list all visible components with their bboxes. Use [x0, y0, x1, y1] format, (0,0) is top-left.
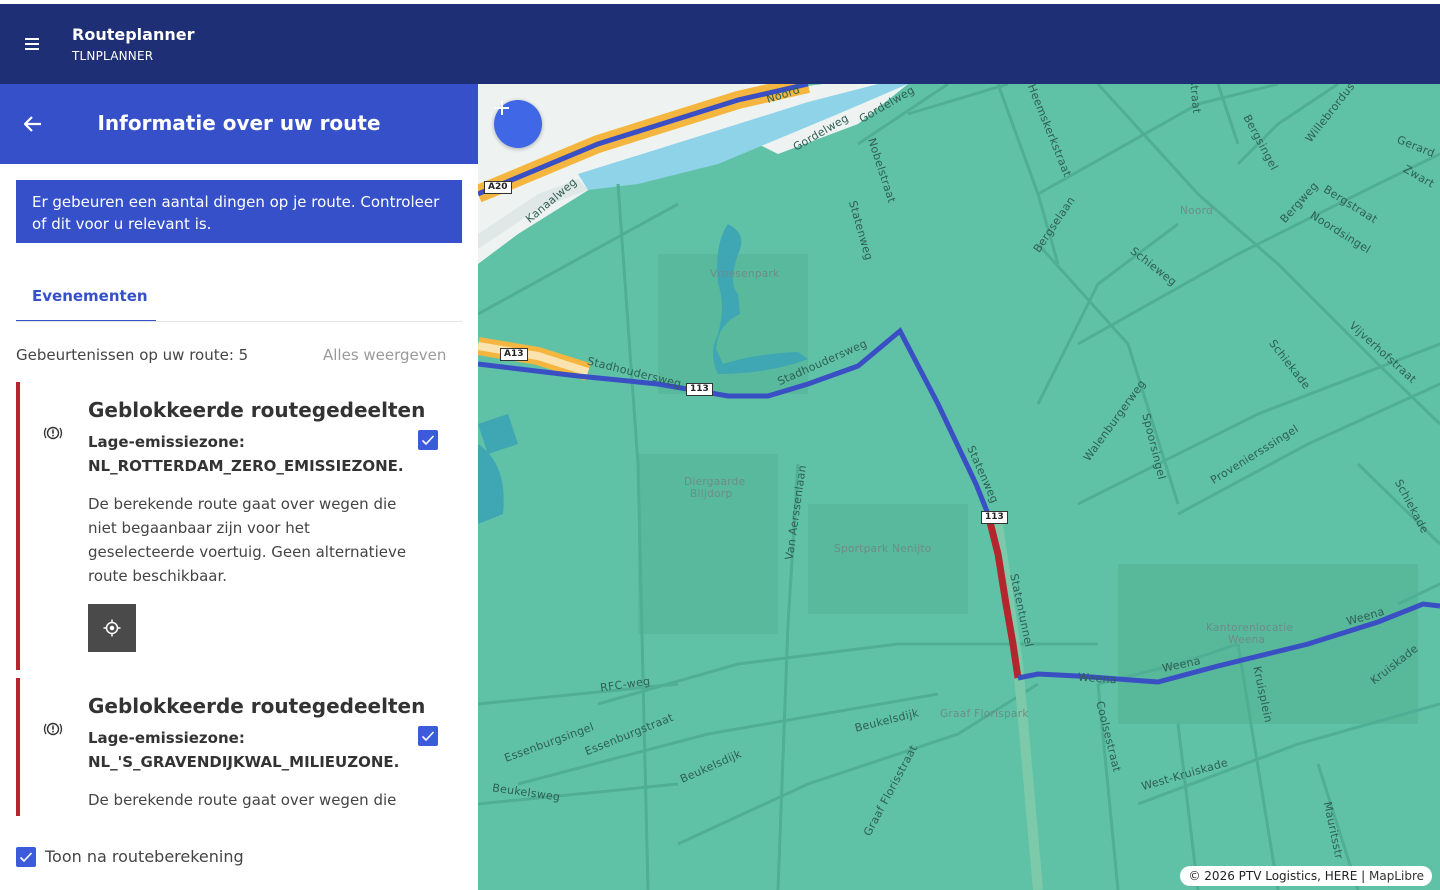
event-count: Gebeurtenissen op uw route: 5	[16, 346, 249, 364]
show-after-calc-checkbox[interactable]	[16, 847, 36, 867]
app-title: Routeplanner	[72, 25, 195, 44]
place-label: Weena	[1228, 634, 1266, 646]
panel-title: Informatie over uw route	[97, 111, 381, 135]
tab-divider	[16, 321, 462, 322]
event-description: De berekende route gaat over wegen die n…	[88, 495, 407, 585]
event-zone-name: NL_ROTTERDAM_ZERO_EMISSIEZONE.	[88, 457, 404, 475]
warning-icon	[43, 722, 63, 736]
place-label: Diergaarde	[684, 476, 746, 488]
route-info-panel: Informatie over uw route Er gebeuren een…	[0, 84, 478, 890]
show-all-link[interactable]: Alles weergeven	[323, 346, 446, 364]
back-button[interactable]	[20, 110, 46, 138]
event-zone-label: Lage-emissiezone:	[88, 729, 245, 747]
road-shield: A13	[500, 348, 528, 361]
event-title: Geblokkeerde routegedeelten	[88, 694, 426, 718]
route-map[interactable]: A20 A13 113 113 Noord Gordelweg Gordelwe…	[478, 84, 1440, 890]
event-title: Geblokkeerde routegedeelten	[88, 398, 426, 422]
arrow-left-icon	[24, 116, 41, 132]
check-icon	[421, 435, 435, 446]
check-icon	[19, 852, 33, 863]
hamburger-icon	[25, 38, 39, 50]
place-label: Noord	[1180, 205, 1213, 217]
road-shield: 113	[981, 511, 1008, 524]
street-label: Weena	[1077, 670, 1118, 687]
map-attribution: © 2026 PTV Logistics, HERE | MapLibre	[1180, 866, 1432, 886]
add-button[interactable]	[494, 100, 542, 148]
event-checkbox[interactable]	[418, 430, 438, 450]
event-card: Geblokkeerde routegedeelten Lage-emissie…	[16, 382, 466, 670]
place-label: Blijdorp	[690, 488, 733, 500]
place-label: Graaf Florispark	[940, 708, 1029, 720]
place-label: Kantorenlocatie	[1206, 622, 1294, 634]
route-notice: Er gebeuren een aantal dingen op je rout…	[16, 180, 462, 243]
event-zone: Lage-emissiezone: NL_'S_GRAVENDIJKWAL_MI…	[88, 726, 399, 774]
maplibre-link[interactable]: MapLibre	[1369, 869, 1424, 883]
event-checkbox[interactable]	[418, 726, 438, 746]
warning-icon	[43, 426, 63, 440]
attribution-text: © 2026 PTV Logistics, HERE |	[1188, 869, 1369, 883]
tab-label: Evenementen	[32, 287, 148, 305]
place-label: Vroesenpark	[710, 268, 780, 280]
panel-header: Informatie over uw route	[0, 84, 478, 164]
app-bar: Routeplanner TLNPLANNER	[0, 4, 1440, 84]
crosshair-icon	[103, 619, 121, 637]
event-description: De berekende route gaat over wegen die	[88, 791, 397, 809]
event-zone-label: Lage-emissiezone:	[88, 433, 245, 451]
event-card: Geblokkeerde routegedeelten Lage-emissie…	[16, 678, 466, 816]
event-zone: Lage-emissiezone: NL_ROTTERDAM_ZERO_EMIS…	[88, 430, 404, 478]
app-subtitle: TLNPLANNER	[72, 49, 154, 63]
road-shield: 113	[686, 383, 713, 396]
tab-evenementen[interactable]: Evenementen	[16, 278, 156, 322]
road-shield: A20	[484, 181, 512, 194]
place-label: Sportpark Nenijto	[834, 543, 932, 555]
locate-button[interactable]	[88, 604, 136, 652]
street-label: straat	[1186, 84, 1204, 115]
plus-icon	[495, 101, 509, 115]
check-icon	[421, 731, 435, 742]
menu-button[interactable]	[18, 28, 46, 60]
event-zone-name: NL_'S_GRAVENDIJKWAL_MILIEUZONE.	[88, 753, 400, 771]
show-after-calc-label[interactable]: Toon na routeberekening	[45, 847, 244, 866]
